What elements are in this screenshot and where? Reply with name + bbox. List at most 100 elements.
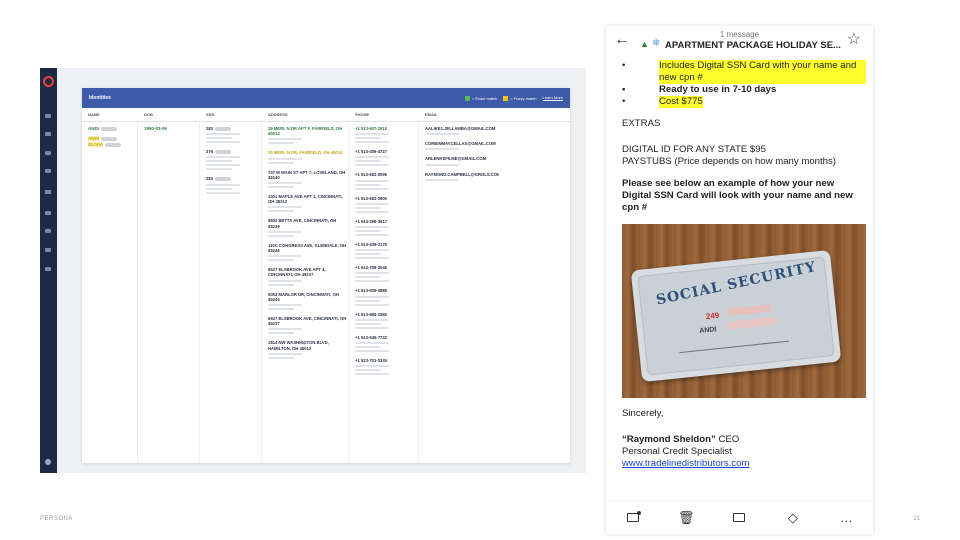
column-header-email: EMAIL [425, 112, 438, 117]
column-headers: NAME DOB SSN ADDRESS PHONE EMAIL [82, 108, 570, 122]
column-header-name: NAME [88, 112, 100, 117]
record: +1 513-684-1580 [355, 312, 418, 329]
column-header-dob: DOB [144, 112, 153, 117]
learn-more-link[interactable]: Learn More [542, 95, 563, 101]
message-count: 1 message [719, 30, 760, 39]
identities-panel: Identities = Exact match = Fuzzy match L… [82, 88, 570, 463]
card-number: 249 [705, 310, 720, 322]
record: +1 513-539-2179 [355, 242, 418, 260]
record: 6527 ELSBROOK AVE, CINCINNATI, OH 45237 [268, 316, 348, 335]
record-value: +1 523-701-3345 [355, 358, 388, 364]
record-value: +1 513-406-4727 [355, 149, 388, 155]
record: +1 513-652-0095 [355, 172, 418, 190]
tree-icon: ▲ [640, 39, 649, 49]
record: RAYMOND.CAMPBELL@GROLS.COM [425, 172, 499, 181]
record-value: 5053 MARLOR DR, CINCINNATI, OH 45244 [268, 291, 339, 302]
user-icon[interactable] [45, 190, 51, 194]
record: ARLENKEF9.ME@GMAIL.COM [425, 156, 499, 166]
name-column: ANDI ANDI OLIVIA [82, 122, 138, 463]
record-value: AALIKE1.JELLAMBA@GMAIL.COM [425, 126, 496, 131]
identity-tool-screenshot: Identities = Exact match = Fuzzy match L… [40, 68, 586, 473]
record: 1001 MAPLE AVE APT 1, CINCINNATI, OH 452… [268, 194, 348, 213]
record-value: +1 513-708-3546 [355, 265, 388, 271]
legend-exact-label: = Exact match [471, 95, 498, 101]
record-value: 6527 ELSBROOK AVE APT 4, CINCINNATI, OH … [268, 267, 326, 278]
record: 29 MERL N DR APT F, FAIRFIELD, OH 45014 [268, 126, 348, 145]
signer: “Raymond Sheldon” CEO [622, 434, 740, 445]
record-value: 747 W MAIN ST APT 7, LOVELAND, OH 45140 [268, 169, 346, 180]
record: CORBINMAYCELLAS@GMAIL.COM [425, 141, 499, 151]
panel-header: Identities = Exact match = Fuzzy match L… [82, 88, 570, 108]
column-header-phone: PHONE [355, 112, 370, 117]
chart-icon[interactable] [45, 211, 51, 215]
card-name: ANDI [699, 326, 717, 335]
card-icon[interactable] [45, 267, 51, 271]
record-value: 29 MERL N DR APT F, FAIRFIELD, OH 45014 [268, 126, 343, 137]
email-screenshot: •Credit Score of 700 + •Includes Digital… [606, 26, 873, 534]
ssn-record: 283 [206, 176, 261, 194]
ssn-column: 283 376 283 [200, 122, 262, 463]
record: 29 MERL N DR, FAIRFIELD, OH 45014 [268, 150, 348, 164]
legend-exact: = Exact match [464, 95, 498, 101]
record: +1 513-652-0900 [355, 196, 418, 213]
record-value: RAYMOND.CAMPBELL@GROLS.COM [425, 171, 499, 177]
list-icon[interactable] [45, 151, 51, 155]
account-icon[interactable] [45, 459, 51, 465]
search-icon[interactable] [45, 114, 51, 118]
dob-column: 1990-03-06 [138, 122, 200, 463]
sidebar-rail [40, 68, 57, 473]
mark-unread-icon[interactable] [606, 510, 659, 525]
record-value: 1814 NW WASHINGTON BLVD, HAMILTON, OH 45… [268, 340, 329, 351]
bullet-item: • Ready to use in 7-10 days [622, 84, 777, 95]
record-value: +1 513-652-0095 [355, 172, 388, 178]
more-icon[interactable]: … [820, 510, 873, 525]
fuzzy-swatch-icon [503, 95, 509, 101]
record-value: +1 513-539-2179 [355, 242, 388, 248]
gear-icon[interactable] [45, 132, 51, 136]
record: +1 513-545-7732 [355, 335, 418, 353]
record-value: 1001 MAPLE AVE APT 1, CINCINNATI, OH 452… [268, 194, 343, 205]
move-icon[interactable] [713, 510, 766, 525]
record-value: 29 MERL N DR, FAIRFIELD, OH 45014 [268, 150, 343, 156]
column-header-ssn: SSN [206, 112, 215, 117]
record: +1 513-939-4885 [355, 288, 418, 306]
record: +1 523-701-3345 [355, 358, 418, 376]
legend-fuzzy-label: = Fuzzy match [510, 95, 537, 101]
record: +1 513-298-3617 [355, 219, 418, 237]
ssn-record: 376 [206, 149, 261, 171]
settings-icon[interactable] [45, 229, 51, 233]
trash-icon[interactable]: 🗑 [659, 510, 712, 526]
identity-grid: ANDI ANDI OLIVIA 1990-03-06 283 376 283 … [82, 122, 570, 463]
extra-paystubs: PAYSTUBS (Price depends on how many mont… [622, 156, 836, 167]
people-icon[interactable] [45, 248, 51, 252]
ssn-card: SOCIAL SECURITY 249 ANDI [630, 249, 842, 383]
record-value: 110C CONGRESS AVE, GLENDALE, OH 45246 [268, 242, 347, 254]
snowflake-icon: ❄ [652, 38, 661, 49]
label-icon[interactable]: ◇ [766, 510, 819, 526]
website-link[interactable]: www.tradelinedistributors.com [622, 458, 866, 470]
activity-icon[interactable] [45, 169, 51, 173]
record: +1 513-708-3546 [355, 265, 418, 283]
ssn-record: 283 [206, 126, 261, 144]
record: 1814 NW WASHINGTON BLVD, HAMILTON, OH 45… [268, 340, 348, 359]
closing: Sincerely, [622, 408, 664, 419]
bullet-item: • Cost $775 [622, 96, 703, 108]
record-value: +1 513-939-4885 [355, 288, 388, 294]
persona-logo-icon [43, 76, 54, 87]
record: 5053 MARLOR DR, CINCINNATI, OH 45244 [268, 291, 348, 311]
ssn-card-photo: SOCIAL SECURITY 249 ANDI [622, 224, 866, 398]
record-value: +1 513-607-2515 [355, 126, 388, 131]
email-header: 1 message ← ▲ ❄ APARTMENT PACKAGE HOLIDA… [606, 26, 873, 58]
email-toolbar: 🗑 ◇ … [606, 500, 873, 534]
star-icon[interactable]: ☆ [847, 32, 861, 48]
email-column: AALIKE1.JELLAMBA@GMAIL.COM CORBINMAYCELLA… [419, 122, 499, 463]
back-arrow-icon[interactable]: ← [614, 32, 630, 48]
record-value: 6803 BETTS AVE, CINCINNATI, OH 45239 [268, 218, 337, 229]
record: 747 W MAIN ST APT 7, LOVELAND, OH 45140 [268, 169, 348, 189]
record-value: CORBINMAYCELLAS@GMAIL.COM [425, 141, 496, 147]
record: 110C CONGRESS AVE, GLENDALE, OH 45246 [268, 242, 348, 262]
record: 6803 BETTS AVE, CINCINNATI, OH 45239 [268, 218, 348, 237]
record: +1 513-607-2515 [355, 126, 418, 144]
footer-brand: PERSONA [40, 516, 73, 522]
extra-digital-id: DIGITAL ID FOR ANY STATE $95 [622, 144, 766, 155]
